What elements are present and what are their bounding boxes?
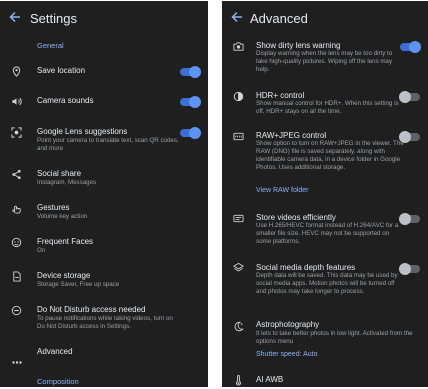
face-icon [11, 237, 22, 248]
setting-social-media-depth[interactable]: Social media depth features Depth data w… [222, 259, 428, 309]
setting-gestures[interactable]: Gestures Volume key action [0, 199, 208, 223]
setting-camera-sounds[interactable]: Camera sounds [0, 91, 208, 111]
advanced-panel: Advanced Show dirty lens warning Display… [222, 1, 428, 387]
lens-icon [11, 127, 22, 138]
google-lens-toggle[interactable] [180, 127, 201, 139]
section-header-general: General [37, 41, 64, 50]
setting-hdr-control[interactable]: HDR+ control Show manual control for HDR… [222, 87, 428, 121]
setting-google-lens[interactable]: Google Lens suggestions Point your camer… [0, 123, 208, 153]
store-videos-toggle[interactable] [399, 213, 420, 225]
setting-label: Social media depth features [256, 263, 356, 272]
page-title: Advanced [250, 11, 308, 26]
dirty-lens-warning-toggle[interactable] [400, 41, 421, 53]
settings-panel: Settings General Save location Camera so… [0, 1, 208, 387]
setting-description: It lets to take better photos in low lig… [256, 330, 413, 345]
setting-device-storage[interactable]: Device storage Storage Saver, Free up sp… [0, 267, 208, 291]
setting-ai-awb[interactable]: AI AWB [222, 373, 428, 387]
shutter-speed-link[interactable]: Shutter speed: Auto [256, 351, 318, 358]
layers-icon [233, 262, 244, 273]
setting-description: On [37, 247, 46, 254]
setting-label: Store videos efficiently [256, 213, 336, 222]
setting-description: Show option to turn on RAW+JPEG in the v… [256, 140, 404, 171]
setting-description: Display warning when the lens may be too… [256, 50, 393, 73]
hdr-icon [233, 91, 244, 102]
view-raw-folder-link[interactable]: View RAW folder [256, 187, 309, 194]
setting-label: Gestures [37, 203, 70, 212]
video-storage-icon [233, 213, 244, 224]
astro-icon [233, 321, 244, 332]
setting-description: Show manual control for HDR+. When this … [256, 100, 399, 115]
storage-icon [11, 271, 22, 282]
camera-sounds-toggle[interactable] [180, 96, 201, 108]
advanced-header: Advanced [222, 1, 428, 35]
share-icon [11, 169, 22, 180]
raw-icon [233, 131, 244, 142]
back-arrow-icon[interactable] [230, 10, 244, 24]
setting-label: AI AWB [256, 375, 284, 384]
setting-description: To pause notifications while taking vide… [37, 315, 173, 330]
section-header-composition: Composition [37, 377, 79, 386]
setting-label: RAW+JPEG control [256, 131, 327, 140]
setting-social-share[interactable]: Social share Instagram, Messages [0, 165, 208, 189]
setting-description: Volume key action [37, 213, 88, 220]
back-arrow-icon[interactable] [8, 10, 22, 24]
gesture-icon [11, 203, 22, 214]
setting-label: Save location [37, 66, 86, 75]
thermometer-icon [233, 375, 244, 386]
setting-label: Astrophotography [256, 320, 320, 329]
save-location-toggle[interactable] [180, 66, 201, 78]
raw-jpeg-control-toggle[interactable] [399, 131, 420, 143]
setting-label: Google Lens suggestions [37, 127, 128, 136]
setting-store-videos-efficiently[interactable]: Store videos efficiently Use H.265/HEVC … [222, 209, 428, 251]
do-not-disturb-icon [11, 305, 22, 316]
setting-label: Show dirty lens warning [256, 41, 341, 50]
more-dots-icon [12, 351, 22, 364]
speaker-icon [11, 96, 22, 107]
setting-astrophotography[interactable]: Astrophotography It lets to take better … [222, 315, 428, 363]
setting-label: Camera sounds [37, 96, 94, 105]
setting-label: Social share [37, 169, 82, 178]
setting-description: Depth data will be saved. This data may … [256, 272, 398, 295]
setting-label: Frequent Faces [37, 237, 94, 246]
setting-label: Advanced [37, 347, 73, 356]
hdr-control-toggle[interactable] [399, 91, 420, 103]
setting-dirty-lens-warning[interactable]: Show dirty lens warning Display warning … [222, 37, 428, 79]
setting-do-not-disturb[interactable]: Do Not Disturb access needed To pause no… [0, 301, 208, 335]
setting-description: Instagram, Messages [37, 179, 97, 186]
setting-label: HDR+ control [256, 91, 305, 100]
setting-save-location[interactable]: Save location [0, 61, 208, 81]
settings-header: Settings [0, 1, 208, 35]
location-pin-icon [11, 66, 22, 77]
setting-description: Point your camera to translate text, sca… [37, 137, 179, 152]
social-media-depth-toggle[interactable] [399, 263, 420, 275]
camera-lens-icon [233, 41, 244, 52]
setting-advanced[interactable]: Advanced [0, 343, 208, 364]
setting-frequent-faces[interactable]: Frequent Faces On [0, 233, 208, 257]
setting-label: Do Not Disturb access needed [37, 305, 146, 314]
setting-label: Device storage [37, 271, 91, 280]
setting-description: Storage Saver, Free up space [37, 281, 120, 288]
page-title: Settings [30, 11, 77, 26]
setting-raw-jpeg-control[interactable]: RAW+JPEG control Show option to turn on … [222, 127, 428, 197]
setting-description: Use H.265/HEVC format instead of H.264/A… [256, 222, 399, 245]
